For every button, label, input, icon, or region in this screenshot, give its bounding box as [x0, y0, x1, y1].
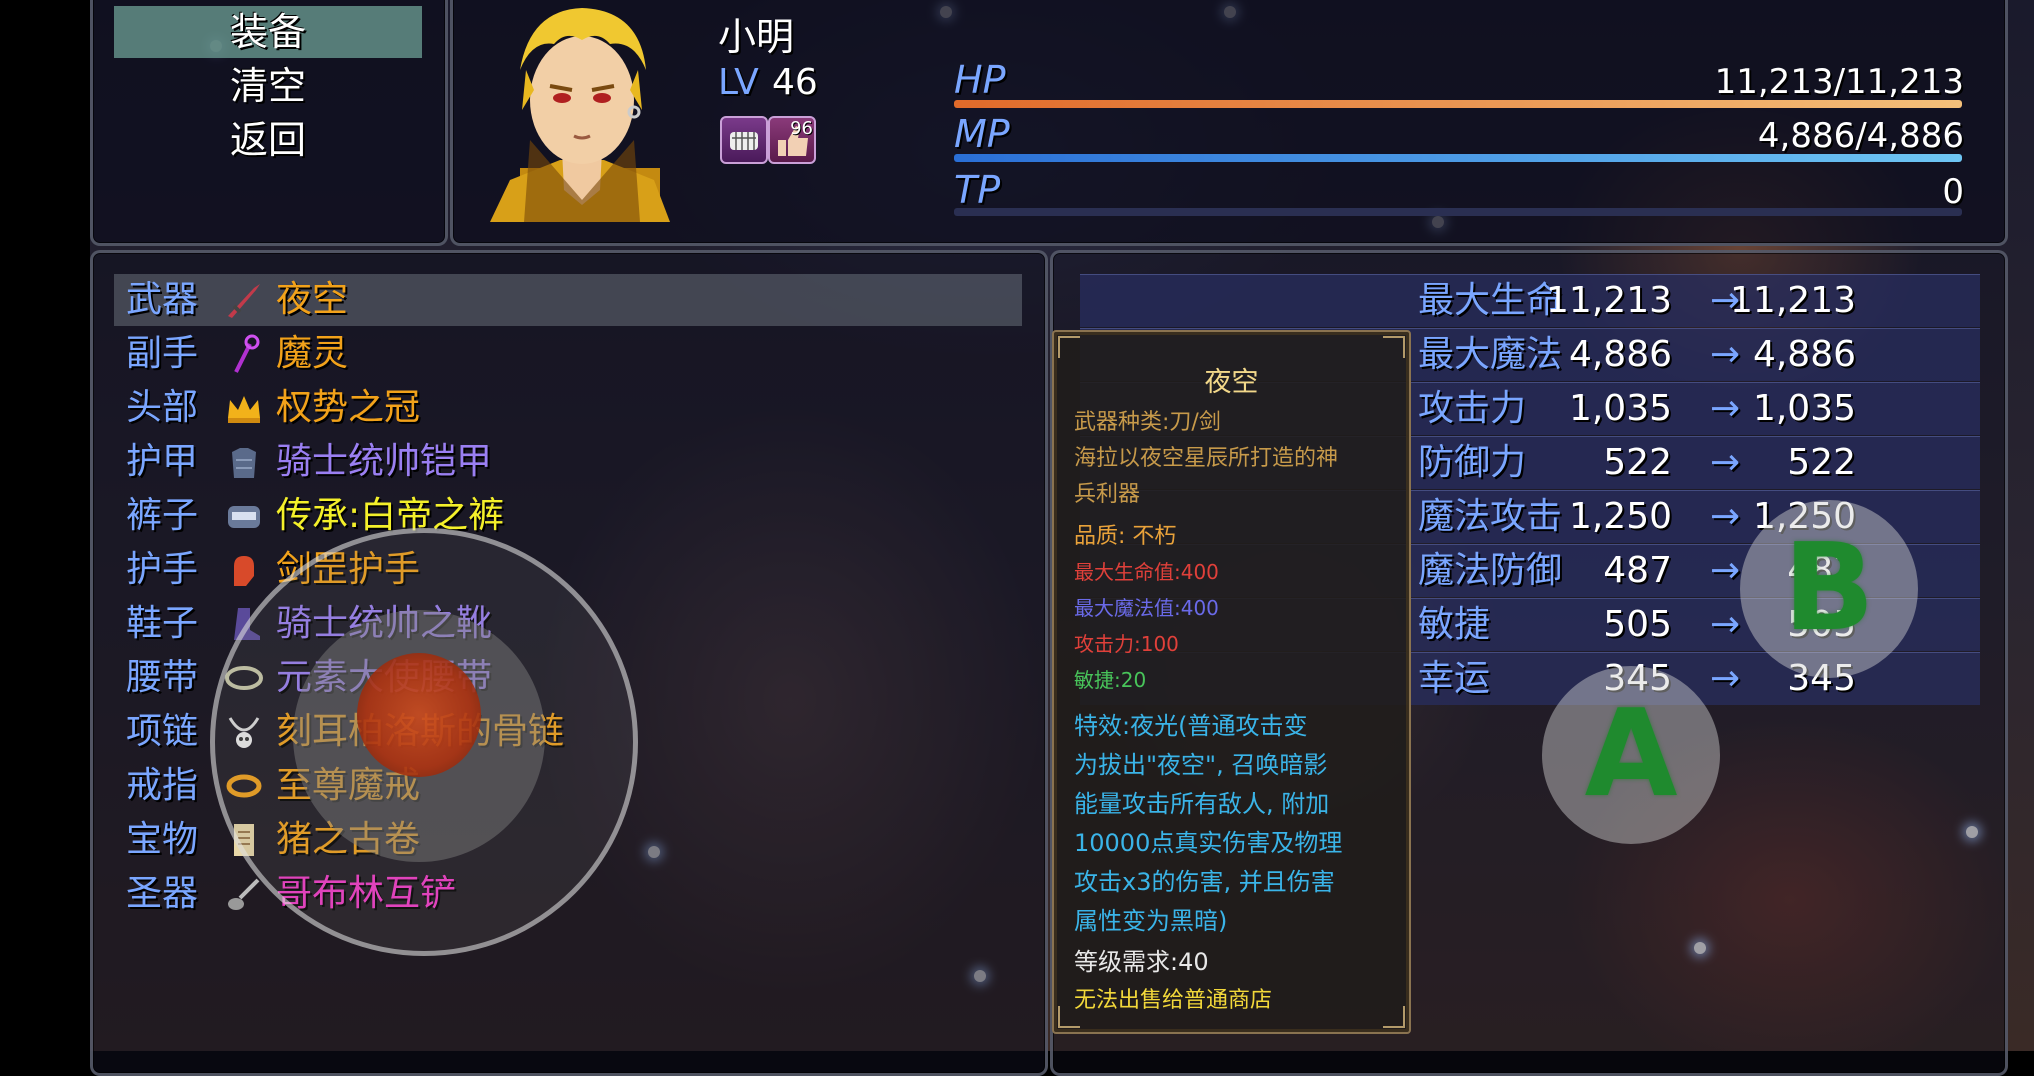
slot-label: 宝物 [126, 819, 199, 860]
stat-new-value: 1,035 [1752, 388, 1856, 429]
item-info-line: 武器种类:刀/剑 [1074, 410, 1221, 435]
stat-current-value: 1,250 [1568, 496, 1672, 537]
stat-name: 敏捷 [1418, 604, 1491, 645]
armor-icon [224, 442, 264, 482]
thumbs-up-icon: 96 [768, 116, 816, 164]
stat-name: 魔法防御 [1418, 550, 1563, 591]
item-info-line: 等级需求:40 [1074, 948, 1209, 976]
slot-label: 裤子 [126, 495, 199, 536]
item-info-line: 属性变为黑暗) [1074, 907, 1228, 935]
item-info-line: 为拔出"夜空", 召唤暗影 [1074, 751, 1328, 779]
shovel-icon [224, 874, 264, 914]
hp-label: HP [954, 58, 1006, 102]
mp-gauge [954, 154, 1962, 162]
item-info-line: 最大魔法值:400 [1074, 596, 1219, 620]
state-turns: 96 [790, 118, 813, 139]
slot-label: 戒指 [126, 765, 199, 806]
stat-current-value: 505 [1603, 604, 1672, 645]
stat-name: 最大生命 [1418, 280, 1563, 321]
stat-new-value: 11,213 [1730, 280, 1856, 321]
stat-name: 攻击力 [1418, 388, 1527, 429]
stat-name: 魔法攻击 [1418, 496, 1563, 537]
equipped-item-name: 权势之冠 [276, 387, 421, 428]
slot-label: 项链 [126, 711, 199, 752]
arrow-right-icon: → [1710, 658, 1741, 699]
corner-ornament [1383, 336, 1405, 358]
item-info-line: 无法出售给普通商店 [1074, 988, 1273, 1013]
equipped-item-name: 魔灵 [276, 333, 349, 374]
sword-icon [224, 280, 264, 320]
clear-command[interactable]: 清空 [114, 60, 422, 112]
slot-label: 腰带 [126, 657, 199, 698]
actor-portrait [490, 8, 670, 222]
item-info-line: 品质: 不朽 [1074, 524, 1177, 549]
b-button[interactable]: B [1740, 500, 1918, 678]
item-info-line: 10000点真实伤害及物理 [1074, 829, 1343, 857]
arrow-right-icon: → [1710, 442, 1741, 483]
gauntlet-icon [224, 550, 264, 590]
equipped-item-name: 夜空 [276, 279, 349, 320]
level-value: 46 [772, 62, 818, 103]
item-info-line: 攻击x3的伤害, 并且伤害 [1074, 868, 1335, 896]
arrow-right-icon: → [1710, 550, 1741, 591]
item-info-line: 攻击力:100 [1074, 632, 1179, 656]
a-button[interactable]: A [1542, 666, 1720, 844]
stat-name: 幸运 [1418, 658, 1491, 699]
slot-label: 护手 [126, 549, 199, 590]
stat-name: 最大魔法 [1418, 334, 1563, 375]
stat-new-value: 522 [1787, 442, 1856, 483]
stat-new-value: 4,886 [1752, 334, 1856, 375]
item-info-line: 兵利器 [1074, 482, 1141, 507]
return-command[interactable]: 返回 [114, 114, 422, 166]
corner-ornament [1058, 336, 1080, 358]
arrow-right-icon: → [1710, 496, 1741, 537]
tp-gauge [954, 208, 1962, 216]
item-info-line: 能量攻击所有敌人, 附加 [1074, 790, 1330, 818]
equipped-item-name: 骑士统帅铠甲 [276, 441, 493, 482]
slot-label: 圣器 [126, 873, 199, 914]
staff-icon [224, 334, 264, 374]
crown-icon [224, 388, 264, 428]
equip-command[interactable]: 装备 [114, 6, 422, 58]
mp-value: 4,886/4,886 [1757, 116, 1964, 156]
arrow-right-icon: → [1710, 604, 1741, 645]
equip-slot-weapon[interactable]: 武器 夜空 [114, 274, 1022, 326]
item-info-line: 特效:夜光(普通攻击变 [1074, 712, 1308, 740]
item-title: 夜空 [1204, 367, 1259, 398]
stat-current-value: 11,213 [1546, 280, 1672, 321]
item-info-line: 敏捷:20 [1074, 668, 1147, 692]
tp-value: 0 [1942, 172, 1964, 212]
stat-row-max-hp: 最大生命 11,213 → 11,213 [1080, 274, 1980, 327]
stat-current-value: 487 [1603, 550, 1672, 591]
slot-label: 鞋子 [126, 603, 199, 644]
angry-face-icon [720, 116, 768, 164]
stat-name: 防御力 [1418, 442, 1527, 483]
stat-current-value: 4,886 [1568, 334, 1672, 375]
hp-value: 11,213/11,213 [1714, 62, 1964, 102]
level-label: LV [718, 62, 759, 103]
item-description-tooltip: 夜空 武器种类:刀/剑 海拉以夜空星辰所打造的神 兵利器 品质: 不朽 最大生命… [1052, 330, 1411, 1034]
corner-ornament [1383, 1006, 1405, 1028]
slot-label: 头部 [126, 387, 199, 428]
item-info-line: 海拉以夜空星辰所打造的神 [1074, 446, 1339, 471]
stat-current-value: 522 [1603, 442, 1672, 483]
stat-current-value: 1,035 [1568, 388, 1672, 429]
virtual-joystick-knob[interactable] [357, 653, 481, 777]
item-info-line: 最大生命值:400 [1074, 560, 1219, 584]
hp-gauge [954, 100, 1962, 108]
tp-label: TP [954, 168, 1001, 212]
slot-label: 副手 [126, 333, 199, 374]
arrow-right-icon: → [1710, 388, 1741, 429]
arrow-right-icon: → [1710, 334, 1741, 375]
slot-label: 武器 [126, 279, 199, 320]
actor-name: 小明 [718, 15, 795, 59]
pants-icon [224, 496, 264, 536]
mp-label: MP [954, 112, 1010, 156]
slot-label: 护甲 [126, 441, 199, 482]
